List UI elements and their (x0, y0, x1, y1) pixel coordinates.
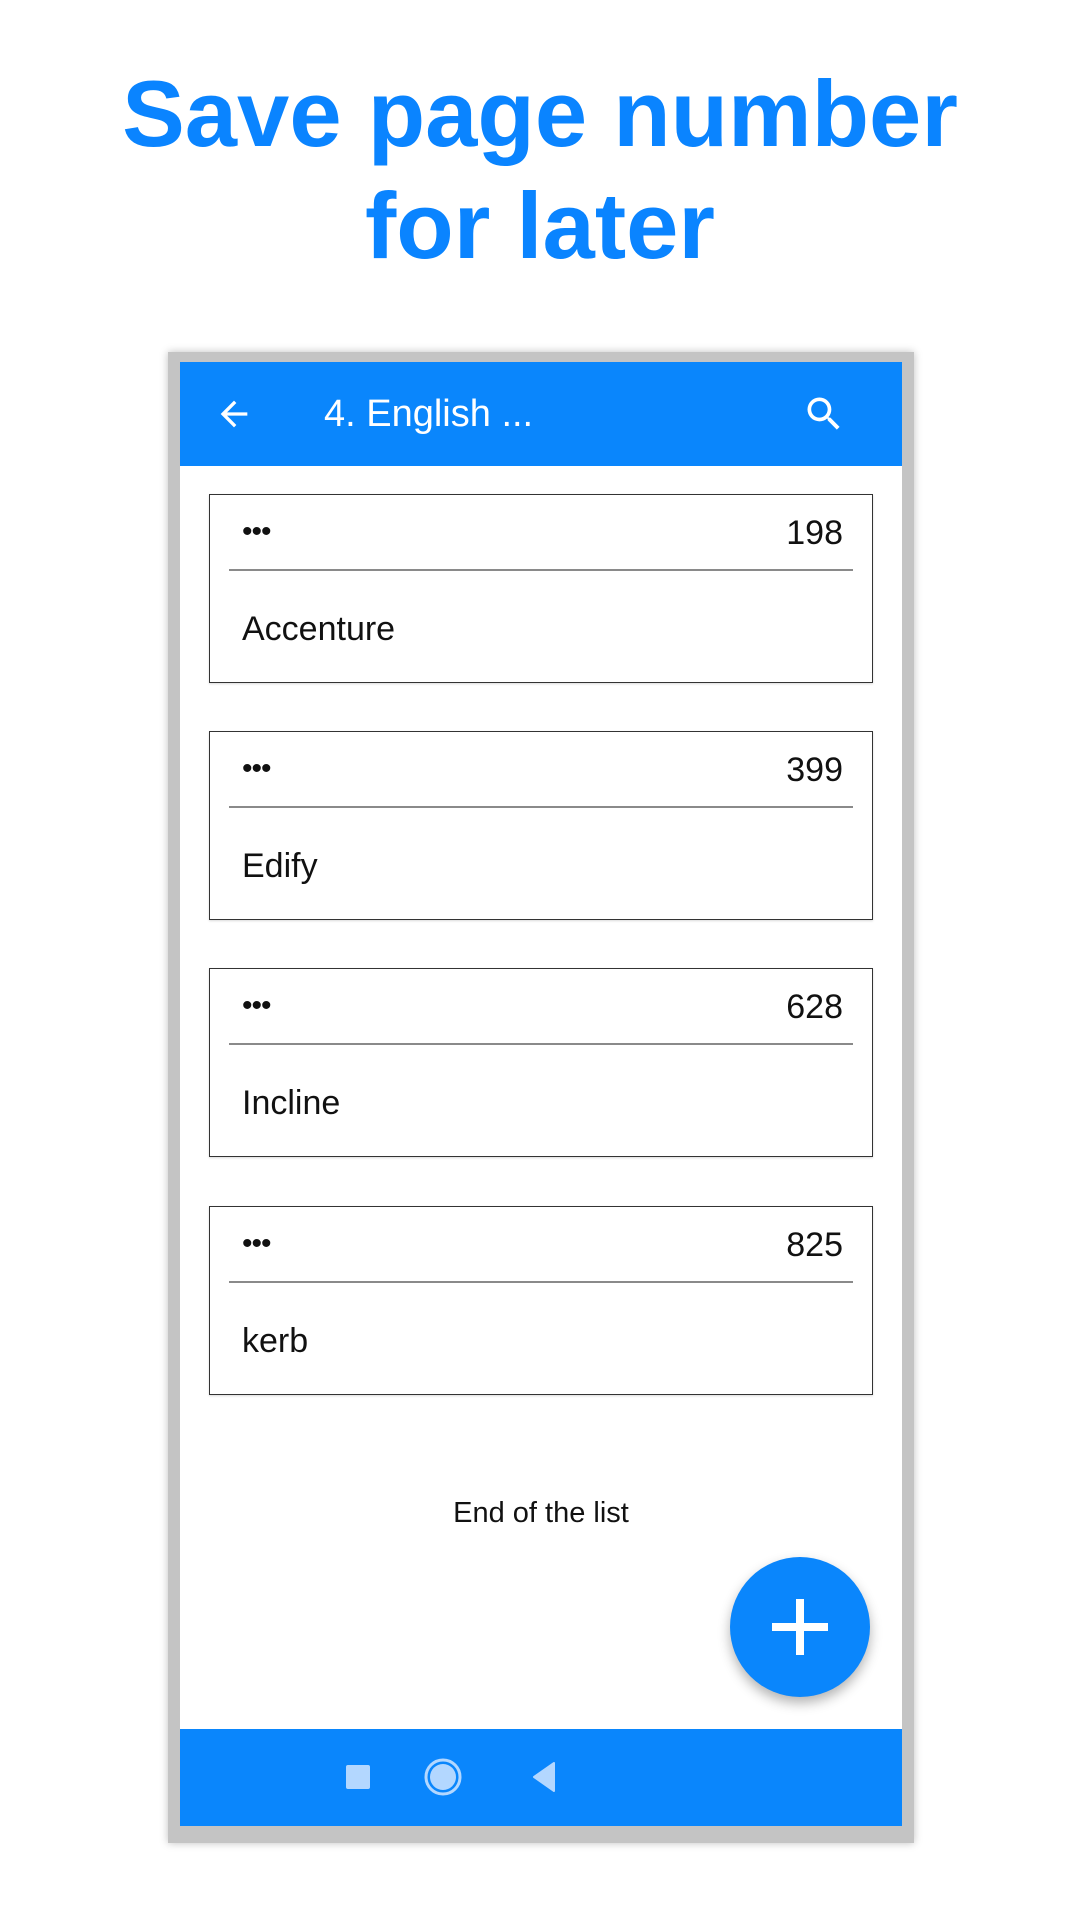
card-divider (229, 806, 853, 808)
page-number: 628 (786, 988, 843, 1026)
system-nav-bar (180, 1729, 902, 1826)
home-button[interactable] (420, 1754, 466, 1800)
end-of-list-label: End of the list (453, 1497, 629, 1529)
item-word: Accenture (242, 610, 396, 648)
page-number: 399 (786, 751, 843, 789)
page-number: 825 (786, 1226, 843, 1264)
promo-headline: Save page number for later (0, 58, 1080, 282)
recents-button[interactable] (338, 1757, 378, 1797)
arrow-left-icon (220, 400, 248, 428)
headline-line-2: for later (365, 173, 715, 278)
more-options-icon[interactable]: ••• (242, 750, 271, 788)
page-title: 4. English ... (324, 393, 534, 435)
list-item[interactable]: ••• 628 Incline (209, 968, 873, 1157)
page-number: 198 (786, 514, 843, 552)
plus-icon (772, 1599, 828, 1655)
item-word: kerb (242, 1322, 309, 1360)
item-word: Incline (242, 1084, 341, 1122)
search-button[interactable] (802, 392, 846, 436)
item-word: Edify (242, 847, 318, 885)
search-icon (807, 397, 840, 430)
back-button[interactable] (214, 394, 254, 434)
back-nav-button[interactable] (524, 1757, 564, 1797)
headline-line-1: Save page number (122, 61, 958, 166)
home-circle-icon (424, 1758, 462, 1796)
app-bar: 4. English ... (180, 362, 902, 466)
phone-screen: 4. English ... ••• 198 Accenture ••• 399… (180, 362, 902, 1826)
more-options-icon[interactable]: ••• (242, 987, 271, 1025)
card-divider (229, 1043, 853, 1045)
recents-square-icon (346, 1765, 370, 1789)
card-divider (229, 569, 853, 571)
list-item[interactable]: ••• 198 Accenture (209, 494, 873, 683)
list-item[interactable]: ••• 825 kerb (209, 1206, 873, 1395)
card-divider (229, 1281, 853, 1283)
more-options-icon[interactable]: ••• (242, 513, 271, 551)
more-options-icon[interactable]: ••• (242, 1225, 271, 1263)
back-triangle-icon (533, 1762, 555, 1792)
add-button[interactable] (730, 1557, 870, 1697)
list-item[interactable]: ••• 399 Edify (209, 731, 873, 920)
